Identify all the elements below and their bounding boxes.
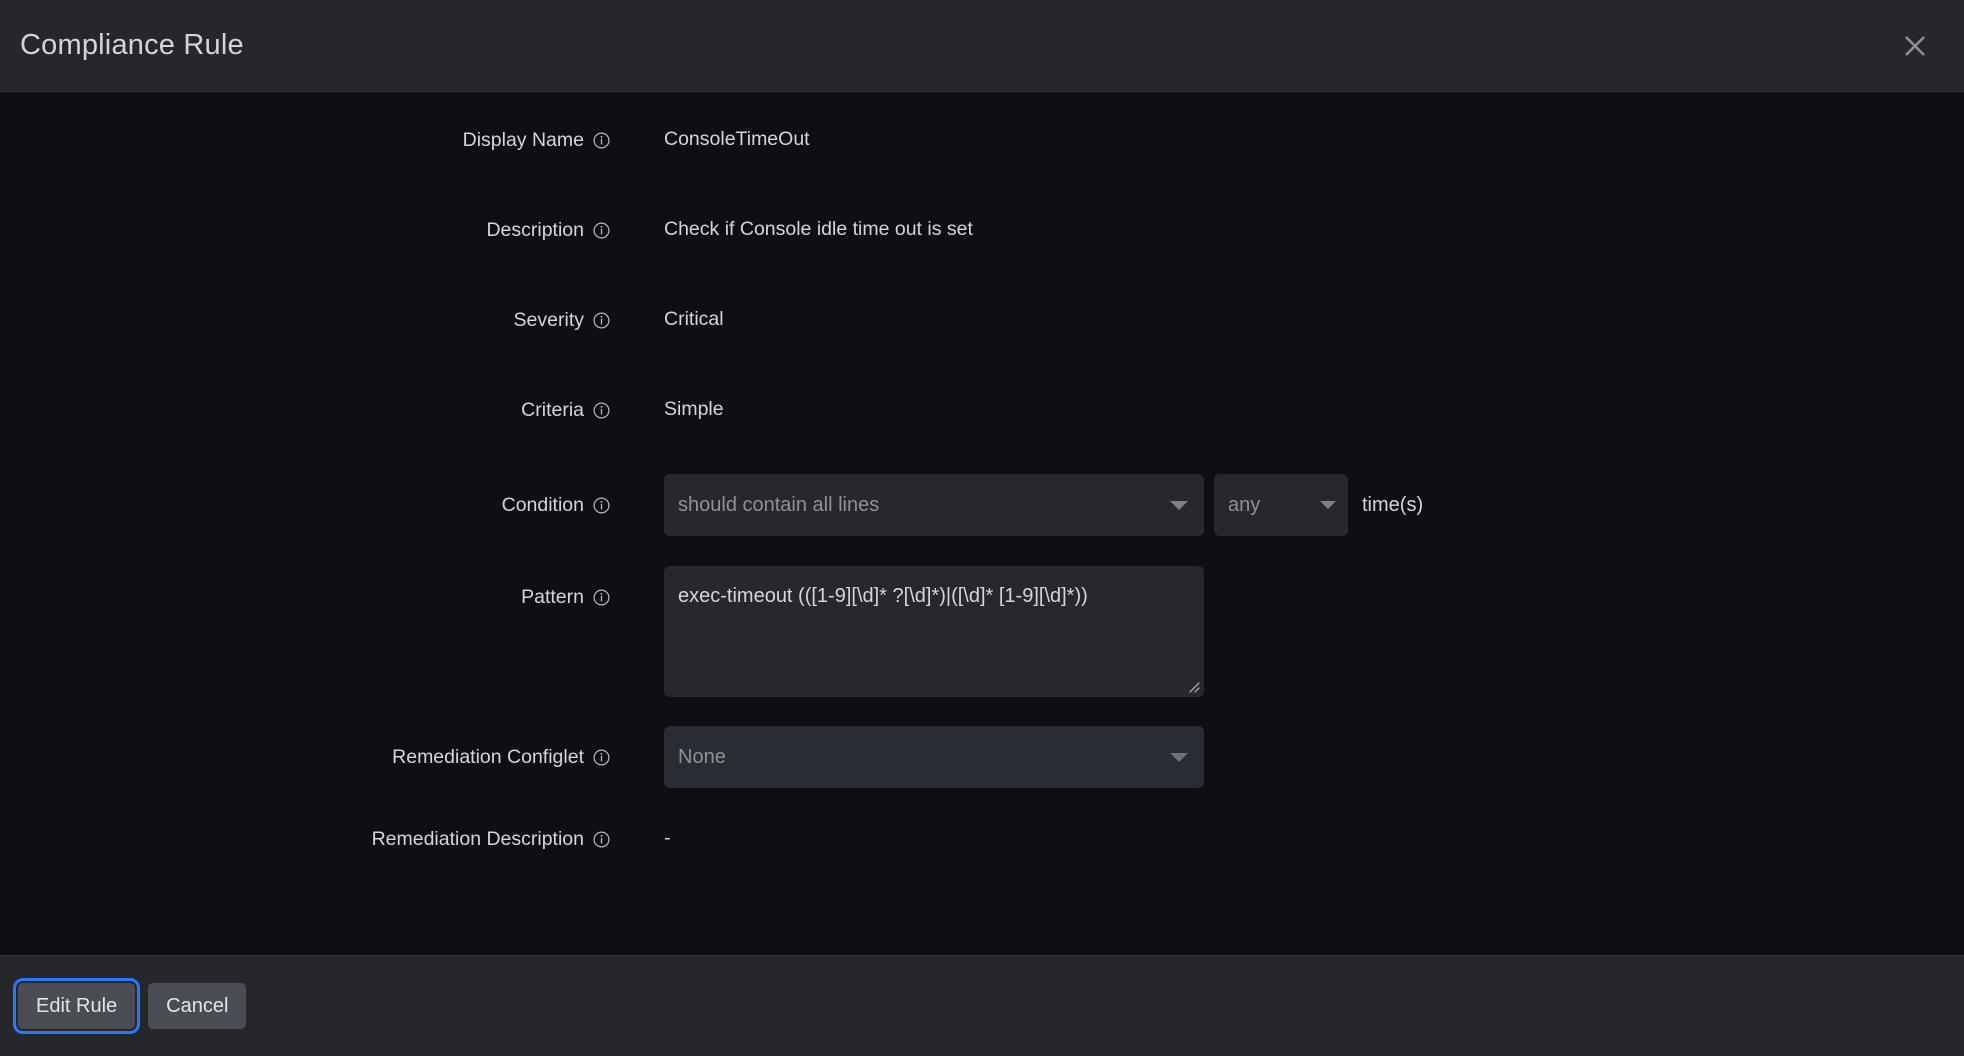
resize-handle-icon[interactable] [1186,679,1200,693]
label-remediation-description: Remediation Description [0,818,610,860]
form-row-severity: Severity Critical [0,294,1964,384]
condition-count-value: any [1228,494,1312,517]
value-display-name: ConsoleTimeOut [610,114,1964,166]
chevron-down-icon [1170,753,1188,762]
remediation-configlet-value: None [678,746,1162,769]
label-text: Display Name [463,129,584,152]
condition-operator-value: should contain all lines [678,494,1162,517]
info-icon[interactable] [593,222,610,239]
form-row-description: Description Check if Console idle time o… [0,204,1964,294]
info-icon[interactable] [593,132,610,149]
value-condition: should contain all lines any time(s) [610,474,1964,536]
description-value: Check if Console idle time out is set [664,217,973,242]
info-icon[interactable] [593,497,610,514]
form-row-pattern: Pattern exec-timeout (([1-9][\d]* ?[\d]*… [0,566,1964,726]
label-criteria: Criteria [0,384,610,436]
chevron-down-icon [1170,501,1188,510]
form-row-criteria: Criteria Simple [0,384,1964,474]
label-text: Remediation Configlet [392,746,584,769]
label-text: Remediation Description [372,828,584,851]
label-text: Criteria [521,399,584,422]
dialog-body: Display Name ConsoleTimeOut Description [0,92,1964,955]
info-icon[interactable] [593,402,610,419]
value-criteria: Simple [610,384,1964,436]
value-description: Check if Console idle time out is set [610,204,1964,256]
label-text: Severity [514,309,584,332]
form-row-remediation-configlet: Remediation Configlet None [0,726,1964,818]
cancel-button[interactable]: Cancel [148,983,246,1029]
dialog-footer: Edit Rule Cancel [0,955,1964,1056]
label-text: Condition [502,494,584,517]
label-remediation-configlet: Remediation Configlet [0,726,610,788]
criteria-value: Simple [664,397,724,422]
value-remediation-description: - [610,818,1964,860]
value-remediation-configlet: None [610,726,1964,788]
chevron-down-icon [1320,501,1336,509]
info-icon[interactable] [593,312,610,329]
remediation-configlet-select[interactable]: None [664,726,1204,788]
display-name-value: ConsoleTimeOut [664,127,810,152]
page-title: Compliance Rule [20,31,244,60]
condition-times-suffix: time(s) [1362,494,1423,517]
dialog-header: Compliance Rule [0,0,1964,92]
severity-value: Critical [664,307,724,332]
info-icon[interactable] [593,749,610,766]
label-display-name: Display Name [0,114,610,166]
info-icon[interactable] [593,831,610,848]
condition-operator-select[interactable]: should contain all lines [664,474,1204,536]
label-text: Description [486,219,584,242]
label-description: Description [0,204,610,256]
close-icon [1902,33,1928,59]
label-pattern: Pattern [0,566,610,628]
pattern-textarea[interactable]: exec-timeout (([1-9][\d]* ?[\d]*)|([\d]*… [664,566,1204,697]
edit-rule-button[interactable]: Edit Rule [18,983,135,1029]
info-icon[interactable] [593,589,610,606]
compliance-rule-dialog: Compliance Rule Display Name [0,0,1964,1056]
label-severity: Severity [0,294,610,346]
label-condition: Condition [0,474,610,536]
label-text: Pattern [521,586,584,609]
form-row-condition: Condition should contain all lines any [0,474,1964,566]
form-row-remediation-description: Remediation Description - [0,818,1964,878]
pattern-value: exec-timeout (([1-9][\d]* ?[\d]*)|([\d]*… [678,583,1188,610]
value-pattern: exec-timeout (([1-9][\d]* ?[\d]*)|([\d]*… [610,566,1964,697]
remediation-description-value: - [664,826,671,851]
condition-count-select[interactable]: any [1214,474,1348,536]
form-row-display-name: Display Name ConsoleTimeOut [0,114,1964,204]
close-button[interactable] [1892,23,1938,69]
value-severity: Critical [610,294,1964,346]
